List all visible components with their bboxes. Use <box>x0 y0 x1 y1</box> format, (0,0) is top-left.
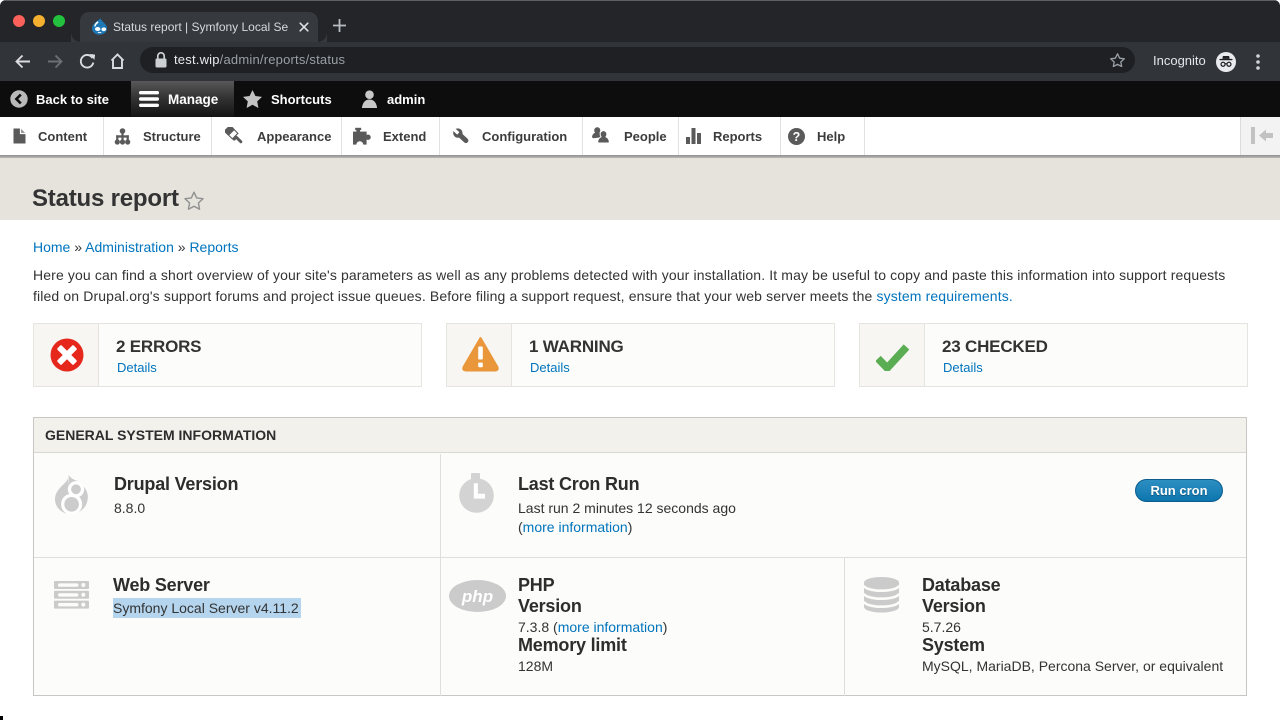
svg-text:php: php <box>461 587 493 606</box>
svg-text:?: ? <box>793 130 801 144</box>
